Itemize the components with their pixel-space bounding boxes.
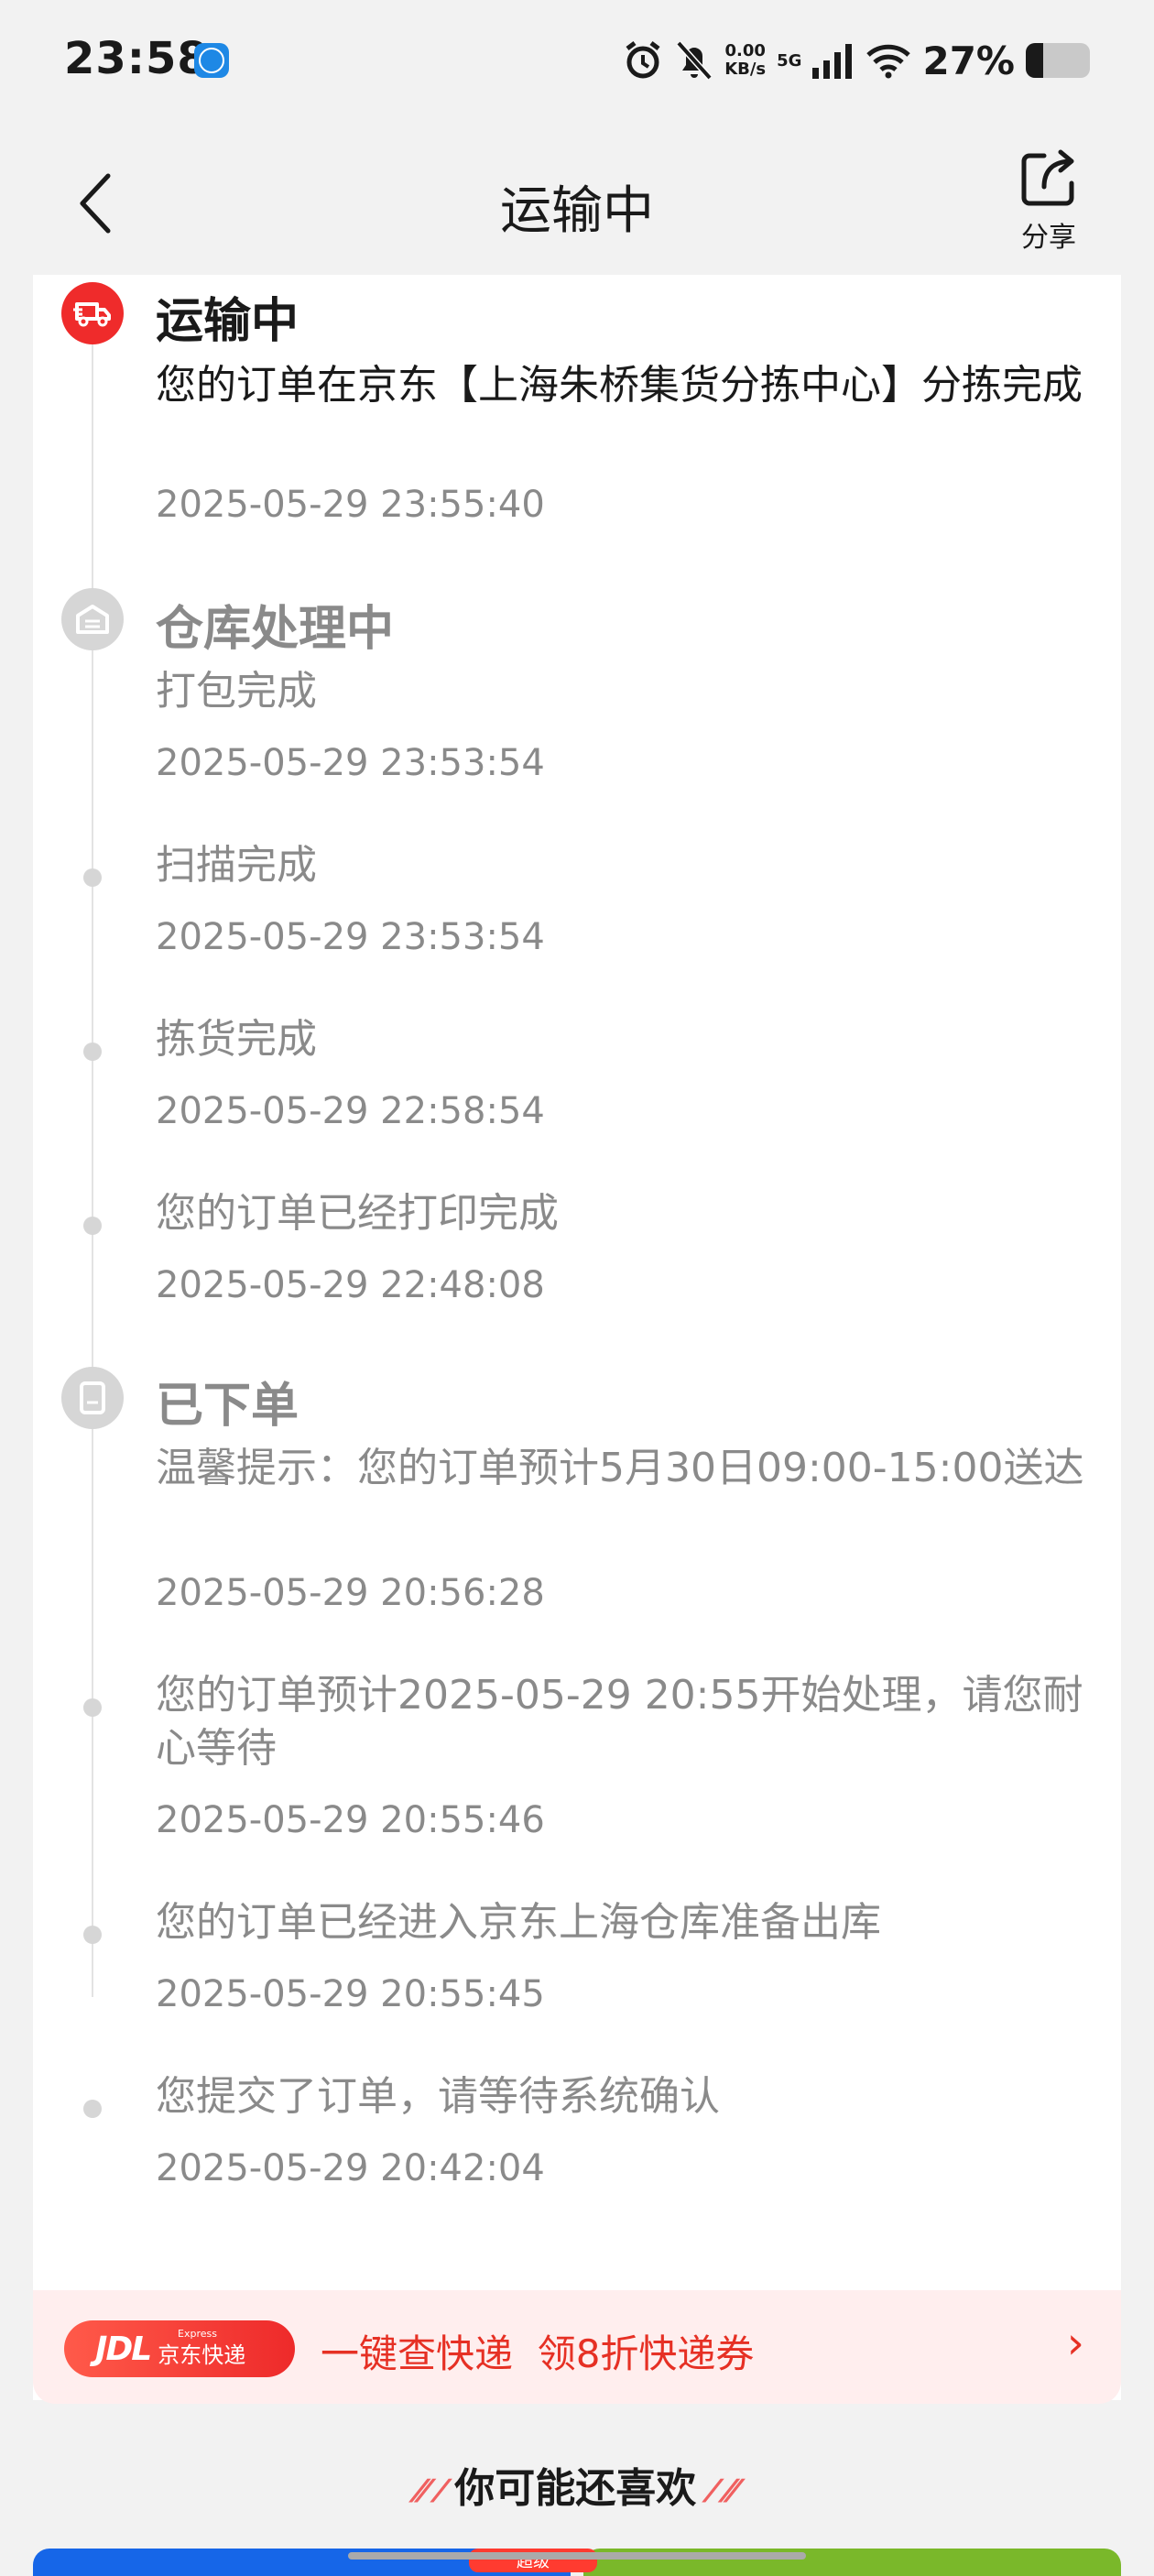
page-title: 运输中 — [500, 181, 654, 241]
status-icons: 0.00 KB/s 5G 27% — [622, 35, 1090, 86]
battery-percent: 27% — [922, 38, 1015, 83]
timeline-dot — [83, 1042, 102, 1061]
recommend-title: 你可能还喜欢 — [454, 2465, 697, 2512]
timeline-dot — [83, 1698, 102, 1717]
bell-muted-icon — [675, 39, 713, 82]
event-time: 2025-05-29 23:53:54 — [156, 742, 545, 784]
battery-icon — [1026, 43, 1090, 78]
stage-title-ordered: 已下单 — [156, 1379, 299, 1434]
event-desc: 您的订单已经进入京东上海仓库准备出库 — [156, 1899, 881, 1946]
timeline-line — [92, 330, 93, 1997]
event-time: 2025-05-29 20:56:28 — [156, 1572, 545, 1614]
app-notification-icon — [194, 43, 229, 78]
event-time: 2025-05-29 20:55:46 — [156, 1799, 545, 1841]
event-desc: 扫描完成 — [156, 842, 317, 889]
share-label: 分享 — [1021, 222, 1076, 254]
timeline-dot — [83, 2100, 102, 2118]
alarm-icon — [622, 39, 664, 82]
event-time: 2025-05-29 23:55:40 — [156, 484, 545, 526]
event-time: 2025-05-29 23:53:54 — [156, 916, 545, 958]
event-time: 2025-05-29 20:42:04 — [156, 2147, 545, 2189]
wifi-icon — [866, 42, 911, 79]
express-promo-banner[interactable]: JDL Express 京东快递 一键查快递 领8折快递券 › — [33, 2290, 1121, 2404]
jdl-express-logo: JDL Express 京东快递 — [64, 2320, 295, 2377]
warehouse-icon — [61, 588, 124, 650]
event-desc: 您的订单已经打印完成 — [156, 1190, 559, 1237]
jdl-logo-text: JDL — [95, 2330, 152, 2368]
order-icon — [61, 1367, 124, 1429]
stage-title-transit: 运输中 — [156, 294, 299, 349]
timeline-dot — [83, 1217, 102, 1235]
promo-text: 一键查快递 领8折快递券 — [321, 2331, 755, 2376]
decor-left-icon: ⁄⁄ ⁄ — [417, 2473, 455, 2510]
event-desc: 温馨提示：您的订单预计5月30日09:00-15:00送达 — [156, 1445, 1084, 1491]
status-bar: 23:58 0.00 KB/s 5G 27% — [0, 0, 1154, 125]
network-type: 5G — [777, 50, 802, 71]
timeline-dot — [83, 868, 102, 887]
signal-icon — [812, 42, 855, 79]
event-time: 2025-05-29 20:55:45 — [156, 1973, 545, 2015]
event-desc: 您的订单预计2025-05-29 20:55开始处理，请您耐心等待 — [156, 1672, 1083, 1772]
chevron-right-icon: › — [1066, 2318, 1084, 2369]
net-speed: 0.00 KB/s — [724, 42, 766, 79]
nav-bar: 运输中 分享 — [0, 137, 1154, 266]
status-time: 23:58 — [64, 33, 209, 84]
home-indicator[interactable] — [348, 2552, 806, 2560]
jdl-logo-sub: Express — [178, 2328, 217, 2340]
recommend-header: ⁄⁄ ⁄ 你可能还喜欢 ⁄ ⁄⁄ — [0, 2455, 1154, 2514]
event-desc: 打包完成 — [156, 668, 317, 715]
jdl-logo-cn: 京东快递 — [158, 2341, 246, 2368]
decor-right-icon: ⁄ ⁄⁄ — [710, 2473, 737, 2510]
event-time: 2025-05-29 22:58:54 — [156, 1090, 545, 1132]
share-button[interactable]: 分享 — [998, 148, 1099, 255]
tracking-timeline: 运输中 您的订单在京东【上海朱桥集货分拣中心】分拣完成 2025-05-29 2… — [33, 275, 1121, 2400]
net-speed-value: 0.00 — [724, 41, 766, 60]
net-speed-unit: KB/s — [724, 60, 767, 79]
event-time: 2025-05-29 22:48:08 — [156, 1264, 545, 1306]
event-desc: 您的订单在京东【上海朱桥集货分拣中心】分拣完成 — [156, 362, 1083, 409]
share-icon — [1021, 149, 1074, 206]
stage-title-warehouse: 仓库处理中 — [156, 602, 395, 657]
timeline-dot — [83, 1926, 102, 1944]
truck-icon — [61, 282, 124, 344]
event-desc: 您提交了订单，请等待系统确认 — [156, 2073, 720, 2120]
event-desc: 拣货完成 — [156, 1016, 317, 1063]
